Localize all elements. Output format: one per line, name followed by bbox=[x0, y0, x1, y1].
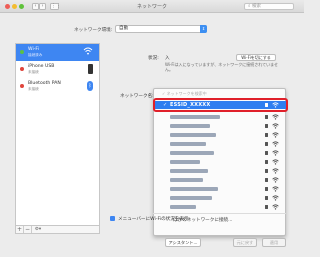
revert-button[interactable]: 元に戻す bbox=[233, 238, 257, 247]
service-name: Wi-Fi bbox=[28, 47, 39, 52]
lock-icon bbox=[265, 160, 268, 164]
wifi-signal-icon bbox=[272, 132, 279, 138]
status-red-dot bbox=[20, 84, 24, 88]
blurred-network-name bbox=[170, 196, 212, 200]
network-item[interactable] bbox=[154, 204, 287, 211]
service-item-iphone-usb[interactable]: iPhone USB 未接続 bbox=[16, 61, 99, 78]
service-list-toolbar: + − ⚙▾ bbox=[15, 226, 100, 234]
network-item[interactable] bbox=[154, 168, 287, 175]
wifi-signal-icon bbox=[272, 123, 279, 129]
network-item[interactable] bbox=[154, 114, 287, 121]
network-item[interactable] bbox=[154, 141, 287, 148]
wifi-icon bbox=[83, 47, 93, 57]
search-field[interactable]: ⌕ 検索 bbox=[244, 3, 294, 10]
turn-wifi-off-button[interactable]: Wi-Fiを切にする bbox=[236, 54, 276, 61]
show-wifi-status-checkbox[interactable] bbox=[110, 216, 115, 221]
wifi-signal-icon bbox=[272, 150, 279, 156]
status-green-dot bbox=[20, 50, 24, 54]
select-arrow-icon: ⇕ bbox=[200, 25, 207, 33]
remove-service-button[interactable]: − bbox=[24, 226, 32, 233]
blurred-network-name bbox=[170, 205, 196, 209]
lock-icon bbox=[265, 196, 268, 200]
lock-icon bbox=[265, 169, 268, 173]
service-item-wifi[interactable]: Wi-Fi 接続済み bbox=[16, 44, 99, 61]
network-item[interactable] bbox=[154, 132, 287, 139]
search-icon: ⌕ bbox=[248, 4, 251, 9]
wifi-signal-icon bbox=[272, 141, 279, 147]
blurred-network-name bbox=[170, 133, 216, 137]
show-wifi-status-label: メニューバーにWi-Fiの状況を表示 bbox=[118, 217, 189, 222]
lock-icon bbox=[265, 151, 268, 155]
assistant-button[interactable]: アシスタント... bbox=[165, 238, 201, 247]
wifi-signal-icon bbox=[272, 204, 279, 210]
status-label: 状況: bbox=[148, 56, 159, 61]
lock-icon bbox=[265, 178, 268, 182]
apply-button[interactable]: 適用 bbox=[262, 238, 286, 247]
network-item[interactable] bbox=[154, 150, 287, 157]
window-titlebar: ‹ › ⋮⋮ ネットワーク ⌕ 検索 bbox=[0, 0, 304, 13]
location-value: 自動 bbox=[119, 26, 129, 31]
network-item[interactable] bbox=[154, 186, 287, 193]
dropdown-separator bbox=[153, 213, 286, 214]
wifi-signal-icon bbox=[272, 114, 279, 120]
status-description: Wi-Fiは入になっていますが、ネットワークに接続されていません。 bbox=[165, 62, 279, 72]
search-placeholder: 検索 bbox=[251, 4, 261, 9]
wifi-signal-icon bbox=[272, 186, 279, 192]
gear-icon[interactable]: ⚙▾ bbox=[32, 226, 44, 233]
lock-icon bbox=[265, 124, 268, 128]
blurred-network-name bbox=[170, 187, 218, 191]
wifi-signal-icon bbox=[272, 177, 279, 183]
service-name: Bluetooth PAN bbox=[28, 81, 61, 86]
blurred-network-name bbox=[170, 115, 220, 119]
blurred-network-name bbox=[170, 178, 203, 182]
network-item[interactable] bbox=[154, 195, 287, 202]
blurred-network-name bbox=[170, 169, 208, 173]
location-label: ネットワーク環境: bbox=[74, 28, 113, 33]
network-name-label: ネットワーク名: bbox=[120, 94, 154, 99]
lock-icon bbox=[265, 187, 268, 191]
service-item-bluetooth-pan[interactable]: Bluetooth PAN 未接続 ᛒ bbox=[16, 78, 99, 95]
iphone-icon bbox=[88, 64, 93, 74]
service-list: Wi-Fi 接続済み iPhone USB 未接続 Bluetooth PAN … bbox=[15, 43, 100, 226]
status-value: 入 bbox=[165, 56, 170, 61]
location-select[interactable]: 自動 ⇕ bbox=[115, 25, 207, 33]
add-service-button[interactable]: + bbox=[16, 226, 24, 233]
wifi-signal-icon bbox=[272, 195, 279, 201]
lock-icon bbox=[265, 115, 268, 119]
dropdown-header: ✓ ネットワークを検索中 bbox=[162, 91, 207, 96]
status-red-dot bbox=[20, 67, 24, 71]
bluetooth-icon: ᛒ bbox=[87, 81, 93, 91]
lock-icon bbox=[265, 205, 268, 209]
blurred-network-name bbox=[170, 151, 214, 155]
wifi-signal-icon bbox=[272, 168, 279, 174]
network-item[interactable] bbox=[154, 123, 287, 130]
wifi-signal-icon bbox=[272, 159, 279, 165]
network-item[interactable] bbox=[154, 159, 287, 166]
network-item[interactable] bbox=[154, 177, 287, 184]
blurred-network-name bbox=[170, 160, 200, 164]
blurred-network-name bbox=[170, 142, 206, 146]
service-name: iPhone USB bbox=[28, 64, 55, 69]
lock-icon bbox=[265, 133, 268, 137]
lock-icon bbox=[265, 142, 268, 146]
blurred-network-name bbox=[170, 124, 210, 128]
selected-network-highlight bbox=[153, 98, 288, 112]
